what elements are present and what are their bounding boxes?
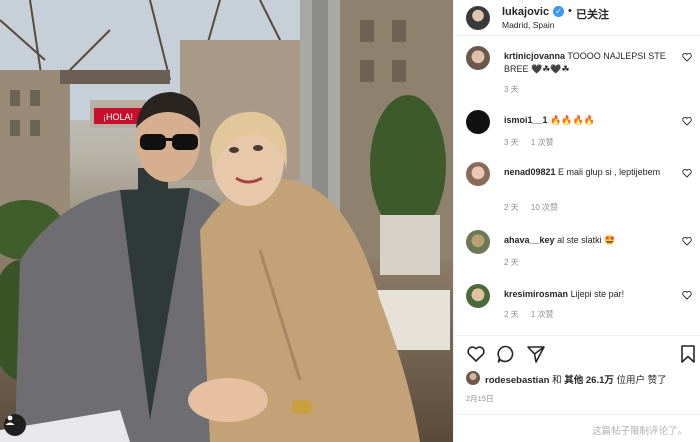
commenter-avatar[interactable] [466,284,490,308]
commenter-username[interactable]: krtinicjovanna [504,51,565,61]
liker-username[interactable]: rodesebastian [485,375,549,386]
comment-age[interactable]: 2 天 [504,258,519,267]
likes-count[interactable]: 26.1万 [586,375,614,386]
comment-body: krtinicjovanna TOOOO NAJLEPSI STE BREE 🖤… [504,50,669,76]
likes-summary: rodesebastian 和 其他 26.1万 位用户 赞了 [466,370,700,386]
comment-body: nenad09821 E mali glup si , leptijebem [504,166,669,179]
comment-likes[interactable]: 10 次赞 [531,203,558,212]
comment-likes[interactable]: 1 次赞 [531,310,554,319]
comments-limited-notice: 这篇帖子限制评论了。 [591,426,687,437]
comment-meta: 2 天 [504,257,529,268]
comment-age[interactable]: 2 天 [504,310,519,319]
comment-like-icon[interactable] [682,290,692,300]
comment-body: kresimirosman Lijepi ste par! [504,288,669,301]
commenter-avatar[interactable] [466,230,490,254]
likes-suffix: 位用户 赞了 [616,375,667,386]
comment-body: ismoi1__1 🔥🔥🔥🔥 [504,114,669,127]
post-header: lukajovic ✓ • 已关注 Madrid, Spain [454,0,700,36]
comment-like-icon[interactable] [682,168,692,178]
comment-body: ahava__key al ste slatki 🤩 [504,234,669,247]
comment-text: al ste slatki 🤩 [557,235,616,245]
likes-others[interactable]: 其他 [564,375,583,386]
commenter-username[interactable]: ahava__key [504,235,555,245]
comment-meta: 2 天 10 次赞 [504,202,568,213]
post-side-panel: lukajovic ✓ • 已关注 Madrid, Spain krtinicj… [453,0,700,442]
likes-connector: 和 [552,375,562,386]
photo-illustration: ¡HOLA! [0,0,453,442]
post-location[interactable]: Madrid, Spain [502,20,554,30]
heart-icon[interactable] [466,344,486,364]
comment-like-icon[interactable] [682,116,692,126]
author-username[interactable]: lukajovic [502,6,549,18]
comment-text: E mali glup si , leptijebem [558,167,661,177]
commenter-username[interactable]: ismoi1__1 [504,115,548,125]
post-date[interactable]: 2月15日 [466,393,494,404]
verified-icon: ✓ [553,6,564,17]
commenter-avatar[interactable] [466,162,490,186]
post-photo[interactable]: ¡HOLA! [0,0,453,442]
user-tag-button[interactable] [4,414,26,436]
comment-age[interactable]: 3 天 [504,85,519,94]
comment-meta: 3 天 [504,84,529,95]
liker-avatar[interactable] [466,371,480,385]
hola-sign: ¡HOLA! [103,112,133,122]
comment-age[interactable]: 3 天 [504,138,519,147]
user-tag-icon [5,415,15,425]
likes-text: rodesebastian 和 其他 26.1万 位用户 赞了 [485,372,667,386]
comment-like-icon[interactable] [682,236,692,246]
header-separator: • [568,5,572,17]
post-modal: ¡HOLA! lukajovic ✓ • 已关注 Madrid, Spain k… [0,0,700,442]
comment-age[interactable]: 2 天 [504,203,519,212]
author-avatar[interactable] [466,6,490,30]
follow-button[interactable]: 已关注 [576,6,609,22]
comment-icon[interactable] [496,344,516,364]
comment-like-icon[interactable] [682,52,692,62]
post-action-bar [454,335,700,369]
comment-text: 🔥🔥🔥🔥 [550,115,595,125]
comment-text: Lijepi ste par! [570,289,625,299]
bookmark-icon[interactable] [678,344,698,364]
commenter-username[interactable]: nenad09821 [504,167,556,177]
commenter-avatar[interactable] [466,46,490,70]
commenter-avatar[interactable] [466,110,490,134]
commenter-username[interactable]: kresimirosman [504,289,568,299]
comment-likes[interactable]: 1 次赞 [531,138,554,147]
comment-meta: 3 天 1 次赞 [504,137,564,148]
share-icon[interactable] [526,344,546,364]
comment-footer: 这篇帖子限制评论了。 [454,414,700,442]
comment-meta: 2 天 1 次赞 [504,309,564,320]
